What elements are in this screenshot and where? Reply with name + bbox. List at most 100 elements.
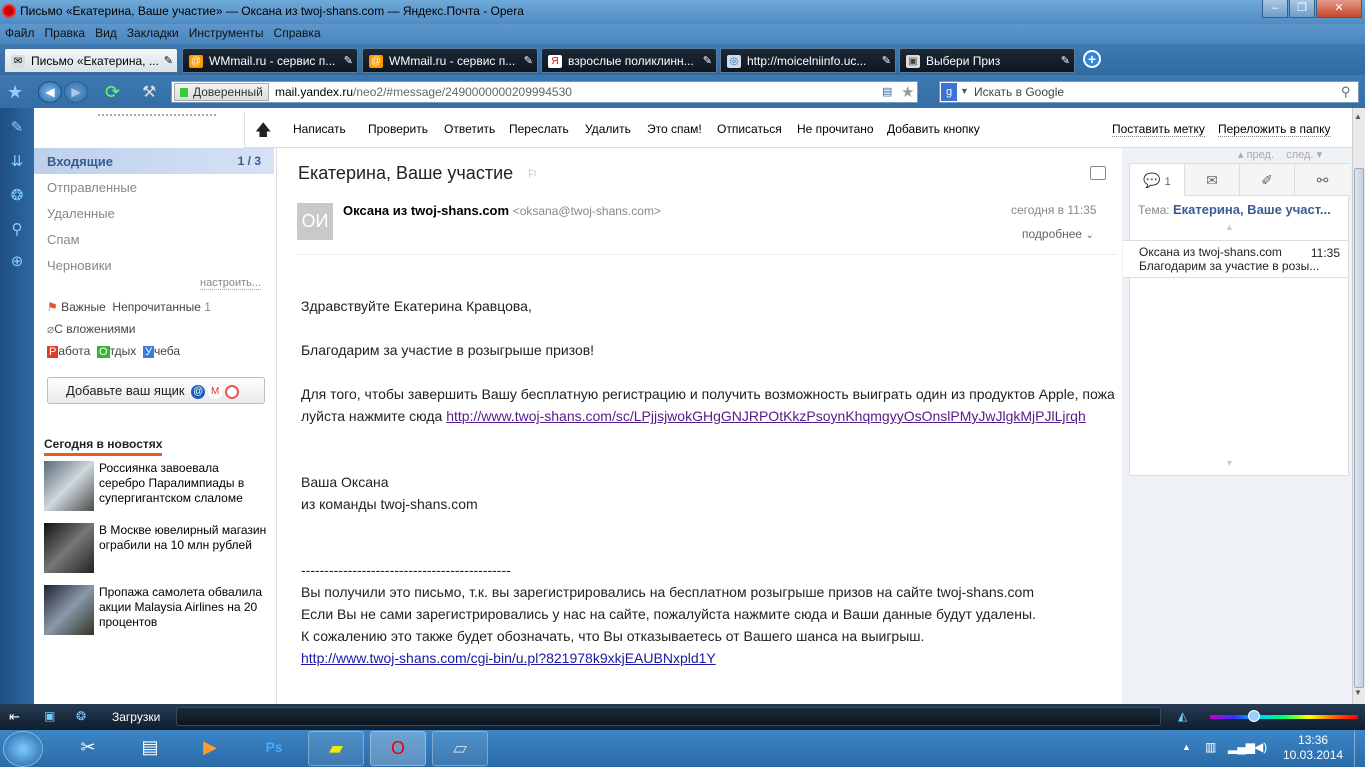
- menu-edit[interactable]: Правка: [40, 24, 91, 42]
- panel-toggle-icon[interactable]: ⇤: [9, 709, 20, 725]
- scroll-down-arrow-icon[interactable]: ▼: [1225, 458, 1234, 468]
- downloads-icon[interactable]: ⇊: [7, 152, 27, 172]
- scroll-up-icon[interactable]: 🡅: [255, 119, 271, 146]
- url-text[interactable]: mail.yandex.ru/neo2/#message/24900000002…: [275, 85, 572, 99]
- compose-button[interactable]: Написать: [293, 122, 346, 136]
- delete-button[interactable]: Удалить: [585, 122, 631, 136]
- volume-icon[interactable]: ◀): [1254, 740, 1267, 754]
- minimize-button[interactable]: –: [1262, 0, 1288, 18]
- sticky-notes-icon[interactable]: ▰: [308, 731, 364, 766]
- forward-button[interactable]: ▶: [64, 81, 88, 103]
- check-button[interactable]: Проверить: [368, 122, 428, 136]
- tray-expand-icon[interactable]: ▲: [1182, 742, 1191, 752]
- tray-device-icon[interactable]: ▥: [1205, 740, 1216, 754]
- widgets-icon[interactable]: ❂: [7, 186, 27, 206]
- scroll-down-icon[interactable]: ▼: [1354, 688, 1364, 698]
- unsubscribe-button[interactable]: Отписаться: [717, 122, 782, 136]
- folder-drafts[interactable]: Черновики: [34, 252, 274, 278]
- snipping-tool-icon[interactable]: ✂: [60, 731, 116, 766]
- google-icon[interactable]: g: [941, 83, 957, 101]
- tab-close-icon[interactable]: ✎: [882, 54, 891, 67]
- tab-moicelniinfo[interactable]: ◎ http://moicelniinfo.uc... ✎: [720, 48, 896, 73]
- search-icon[interactable]: ⚲: [1341, 84, 1351, 100]
- filter-unread[interactable]: Непрочитанные: [112, 300, 200, 314]
- folder-spam[interactable]: Спам: [34, 226, 274, 252]
- back-button[interactable]: ◀: [38, 81, 62, 103]
- address-field[interactable]: Доверенный mail.yandex.ru/neo2/#message/…: [171, 81, 918, 103]
- unite-icon[interactable]: ❂: [76, 709, 86, 723]
- label-rest[interactable]: Отдых: [97, 344, 136, 358]
- turbo-icon[interactable]: ▣: [44, 709, 55, 723]
- tab-wmmail-2[interactable]: @ WMmail.ru - сервис п... ✎: [362, 48, 538, 73]
- view-icon[interactable]: ◭: [1178, 709, 1187, 723]
- next-message-link[interactable]: след. ▾: [1286, 149, 1322, 161]
- folder-sent[interactable]: Отправленные: [34, 174, 274, 200]
- news-text[interactable]: Россиянка завоевала серебро Паралимпиады…: [99, 461, 268, 506]
- news-item[interactable]: В Москве ювелирный магазин ограбили на 1…: [44, 523, 268, 573]
- explorer-icon[interactable]: ▤: [122, 731, 178, 766]
- tab-sender-mail[interactable]: ✉: [1185, 164, 1240, 196]
- filter-attachments[interactable]: С вложениями: [54, 322, 135, 336]
- feed-icon[interactable]: ▤: [882, 85, 892, 98]
- show-desktop-button[interactable]: [1354, 731, 1365, 767]
- page-scrollbar[interactable]: ▲ ▼: [1352, 108, 1365, 704]
- system-clock[interactable]: 13:36 10.03.2014: [1283, 733, 1343, 763]
- wand-icon[interactable]: ⚒: [142, 82, 156, 102]
- menu-help[interactable]: Справка: [269, 24, 326, 42]
- speed-dial-star-icon[interactable]: ★: [7, 82, 27, 102]
- scroll-up-arrow-icon[interactable]: ▲: [1225, 222, 1234, 232]
- tab-wmmail-1[interactable]: @ WMmail.ru - сервис п... ✎: [182, 48, 358, 73]
- tab-close-icon[interactable]: ✎: [1061, 54, 1070, 67]
- spam-button[interactable]: Это спам!: [647, 122, 702, 136]
- add-mailbox-button[interactable]: Добавьте ваш ящик @ M: [47, 377, 265, 404]
- media-player-icon[interactable]: ▶: [182, 731, 238, 766]
- reply-button[interactable]: Ответить: [444, 122, 495, 136]
- start-button[interactable]: [3, 731, 43, 767]
- prev-message-link[interactable]: ▴ пред.: [1238, 149, 1274, 161]
- thread-item[interactable]: Оксана из twoj-shans.com Благодарим за у…: [1123, 240, 1349, 278]
- zoom-slider[interactable]: [1210, 715, 1358, 719]
- notepad-icon[interactable]: ▱: [432, 731, 488, 766]
- add-panel-icon[interactable]: ⊕: [7, 252, 27, 272]
- sender-name[interactable]: Оксана из twoj-shans.com: [343, 203, 509, 218]
- flag-outline-icon[interactable]: ⚐: [527, 167, 538, 181]
- search-panel-icon[interactable]: ⚲: [7, 220, 27, 240]
- label-work[interactable]: Работа: [47, 344, 90, 358]
- sender[interactable]: Оксана из twoj-shans.com <oksana@twoj-sh…: [343, 203, 661, 218]
- downloads-label[interactable]: Загрузки: [112, 710, 160, 724]
- network-icon[interactable]: ▂▄▆: [1228, 740, 1255, 754]
- unsubscribe-link[interactable]: http://www.twoj-shans.com/cgi-bin/u.pl?8…: [301, 650, 716, 666]
- menu-bookmarks[interactable]: Закладки: [122, 24, 184, 42]
- mark-unread-button[interactable]: Не прочитано: [797, 122, 874, 136]
- configure-link[interactable]: настроить...: [200, 277, 261, 290]
- filter-important[interactable]: Важные: [61, 300, 106, 314]
- menu-view[interactable]: Вид: [90, 24, 122, 42]
- tab-close-icon[interactable]: ✎: [524, 54, 533, 67]
- tab-close-icon[interactable]: ✎: [703, 54, 712, 67]
- zoom-slider-thumb[interactable]: [1248, 710, 1260, 722]
- tab-yandex[interactable]: Явзрослые поликлинн... ✎: [541, 48, 717, 73]
- opera-taskbar-icon[interactable]: O: [370, 731, 426, 766]
- menu-tools[interactable]: Инструменты: [184, 24, 269, 42]
- bookmark-star-icon[interactable]: ★: [901, 83, 914, 101]
- label-study[interactable]: Учеба: [142, 344, 180, 358]
- tab-links[interactable]: ⚯: [1295, 164, 1350, 196]
- set-label-button[interactable]: Поставить метку: [1112, 122, 1205, 137]
- details-link[interactable]: подробнее ⌄: [1022, 227, 1094, 241]
- news-item[interactable]: Россиянка завоевала серебро Паралимпиады…: [44, 461, 268, 511]
- news-text[interactable]: Пропажа самолета обвалила акции Malaysia…: [99, 585, 268, 630]
- scrollbar-thumb[interactable]: [1354, 168, 1364, 688]
- news-text[interactable]: В Москве ювелирный магазин ограбили на 1…: [99, 523, 268, 553]
- news-heading[interactable]: Сегодня в новостях: [44, 437, 163, 456]
- chevron-down-icon[interactable]: ▼: [960, 86, 969, 96]
- forward-mail-button[interactable]: Переслать: [509, 122, 569, 136]
- tab-close-icon[interactable]: ✎: [344, 54, 353, 67]
- close-button[interactable]: ✕: [1316, 0, 1362, 18]
- add-button-button[interactable]: Добавить кнопку: [887, 122, 980, 136]
- thread-subject-link[interactable]: Екатерина, Ваше участ...: [1173, 202, 1331, 217]
- tab-attachments[interactable]: ✐: [1240, 164, 1295, 196]
- maximize-button[interactable]: ❐: [1289, 0, 1315, 18]
- scroll-up-icon[interactable]: ▲: [1354, 112, 1364, 122]
- print-icon[interactable]: [1090, 166, 1106, 180]
- menu-file[interactable]: Файл: [0, 24, 40, 42]
